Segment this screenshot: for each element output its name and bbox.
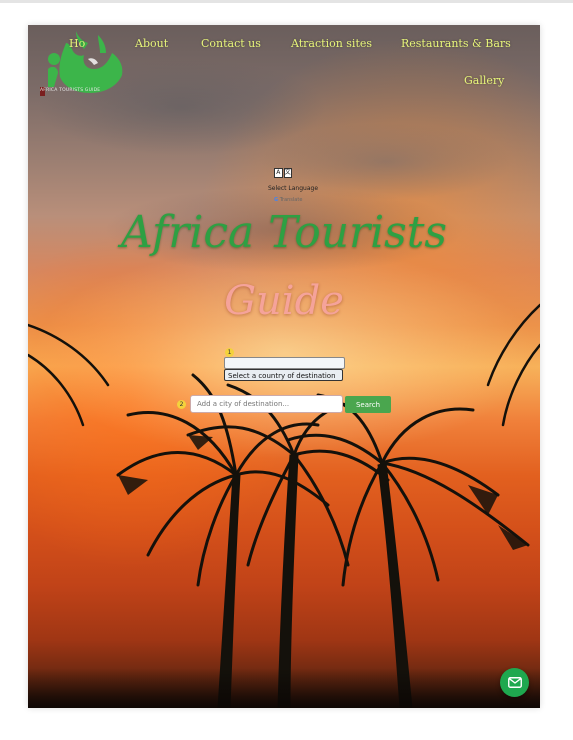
- top-border: [0, 0, 573, 3]
- select-language-label[interactable]: Select Language: [248, 185, 338, 192]
- city-input[interactable]: [190, 395, 343, 413]
- powered-by-translate: G Translate: [274, 197, 334, 203]
- translate-icon-a: A: [274, 168, 283, 178]
- step-1-badge: 1: [225, 348, 234, 357]
- country-select-dropdown[interactable]: Select a country of destination: [224, 369, 343, 381]
- bottom-fade: [28, 668, 540, 708]
- main-nav: Ho About Contact us Atraction sites Rest…: [28, 25, 540, 95]
- translate-widget[interactable]: A 文 Select Language G Translate: [248, 168, 338, 208]
- mail-fab-button[interactable]: [500, 668, 529, 697]
- hero-title-line1: Africa Tourists: [121, 207, 447, 258]
- translate-icon[interactable]: A 文: [274, 168, 292, 178]
- nav-about[interactable]: About: [135, 37, 168, 50]
- hero-title-line2: Guide: [224, 278, 344, 324]
- nav-restaurants-bars[interactable]: Restaurants & Bars: [401, 37, 511, 50]
- nav-gallery[interactable]: Gallery: [464, 74, 504, 87]
- translate-icon-b: 文: [283, 168, 292, 178]
- nav-attraction-sites[interactable]: Atraction sites: [291, 37, 372, 50]
- mail-icon: [507, 677, 522, 688]
- nav-home[interactable]: Ho: [69, 37, 85, 50]
- nav-contact-us[interactable]: Contact us: [201, 37, 261, 50]
- hero-section: AFRICA TOURISTS GUIDE Ho About Contact u…: [28, 25, 540, 708]
- step-2-badge: 2: [177, 400, 186, 409]
- country-select-box[interactable]: [224, 357, 345, 369]
- google-logo-icon: G: [274, 197, 279, 203]
- translate-text: Translate: [279, 197, 303, 203]
- search-button[interactable]: Search: [345, 396, 391, 413]
